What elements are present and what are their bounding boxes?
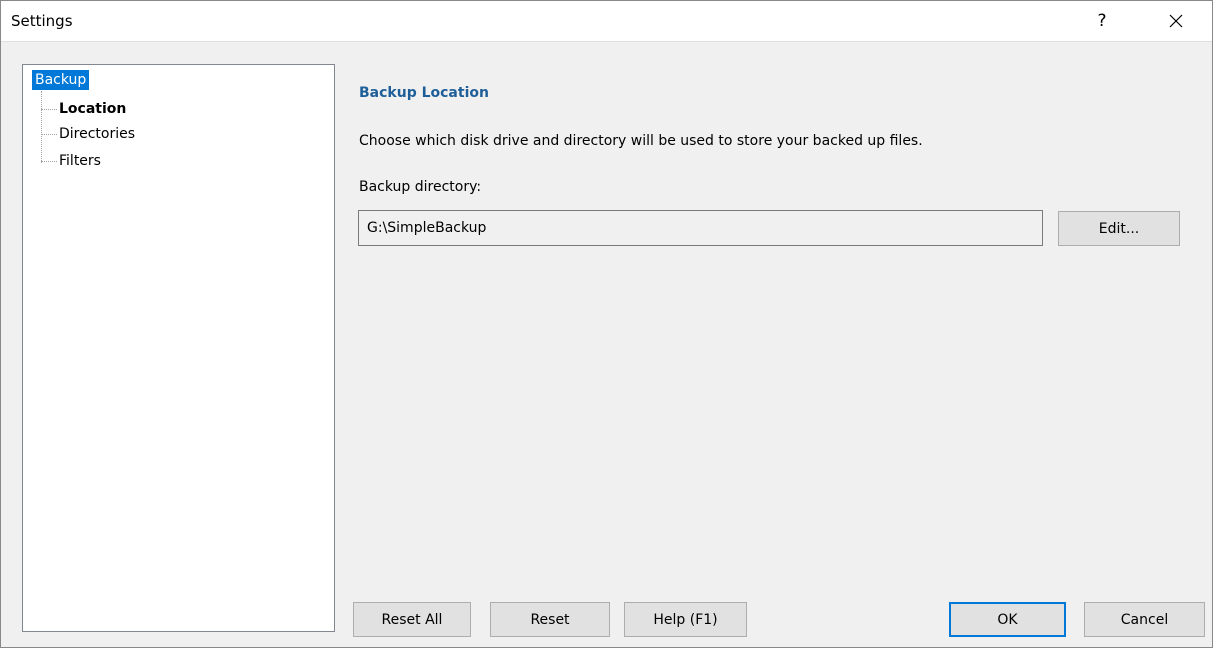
cancel-button[interactable]: Cancel <box>1084 602 1205 637</box>
tree-item-label: Location <box>59 101 127 117</box>
tree-item-directories[interactable]: Directories <box>41 124 135 144</box>
tree-connector-line <box>41 108 57 110</box>
tree-item-location[interactable]: Location <box>41 99 126 119</box>
settings-tree: Backup Location Directories Filters <box>22 64 335 632</box>
window-title: Settings <box>11 12 73 30</box>
tree-item-filters[interactable]: Filters <box>41 151 101 171</box>
section-title: Backup Location <box>359 85 489 101</box>
title-bar: Settings ? <box>1 1 1212 42</box>
reset-all-button[interactable]: Reset All <box>353 602 471 637</box>
section-description: Choose which disk drive and directory wi… <box>359 133 923 149</box>
tree-item-backup[interactable]: Backup <box>32 70 90 90</box>
help-question-icon: ? <box>1097 11 1107 31</box>
close-button[interactable] <box>1153 1 1199 41</box>
backup-directory-field[interactable]: G:\SimpleBackup <box>358 210 1043 246</box>
tree-item-label: Filters <box>59 153 101 169</box>
settings-dialog: Settings ? Backup Location Directories F… <box>0 0 1213 648</box>
ok-button[interactable]: OK <box>949 602 1066 637</box>
tree-connector-line <box>41 133 57 135</box>
edit-button[interactable]: Edit... <box>1058 211 1180 246</box>
backup-directory-label: Backup directory: <box>359 179 482 195</box>
tree-connector-line <box>41 160 57 162</box>
reset-button[interactable]: Reset <box>490 602 610 637</box>
tree-item-label: Directories <box>59 126 136 142</box>
close-icon <box>1169 14 1183 28</box>
help-f1-button[interactable]: Help (F1) <box>624 602 747 637</box>
help-button[interactable]: ? <box>1079 1 1125 41</box>
